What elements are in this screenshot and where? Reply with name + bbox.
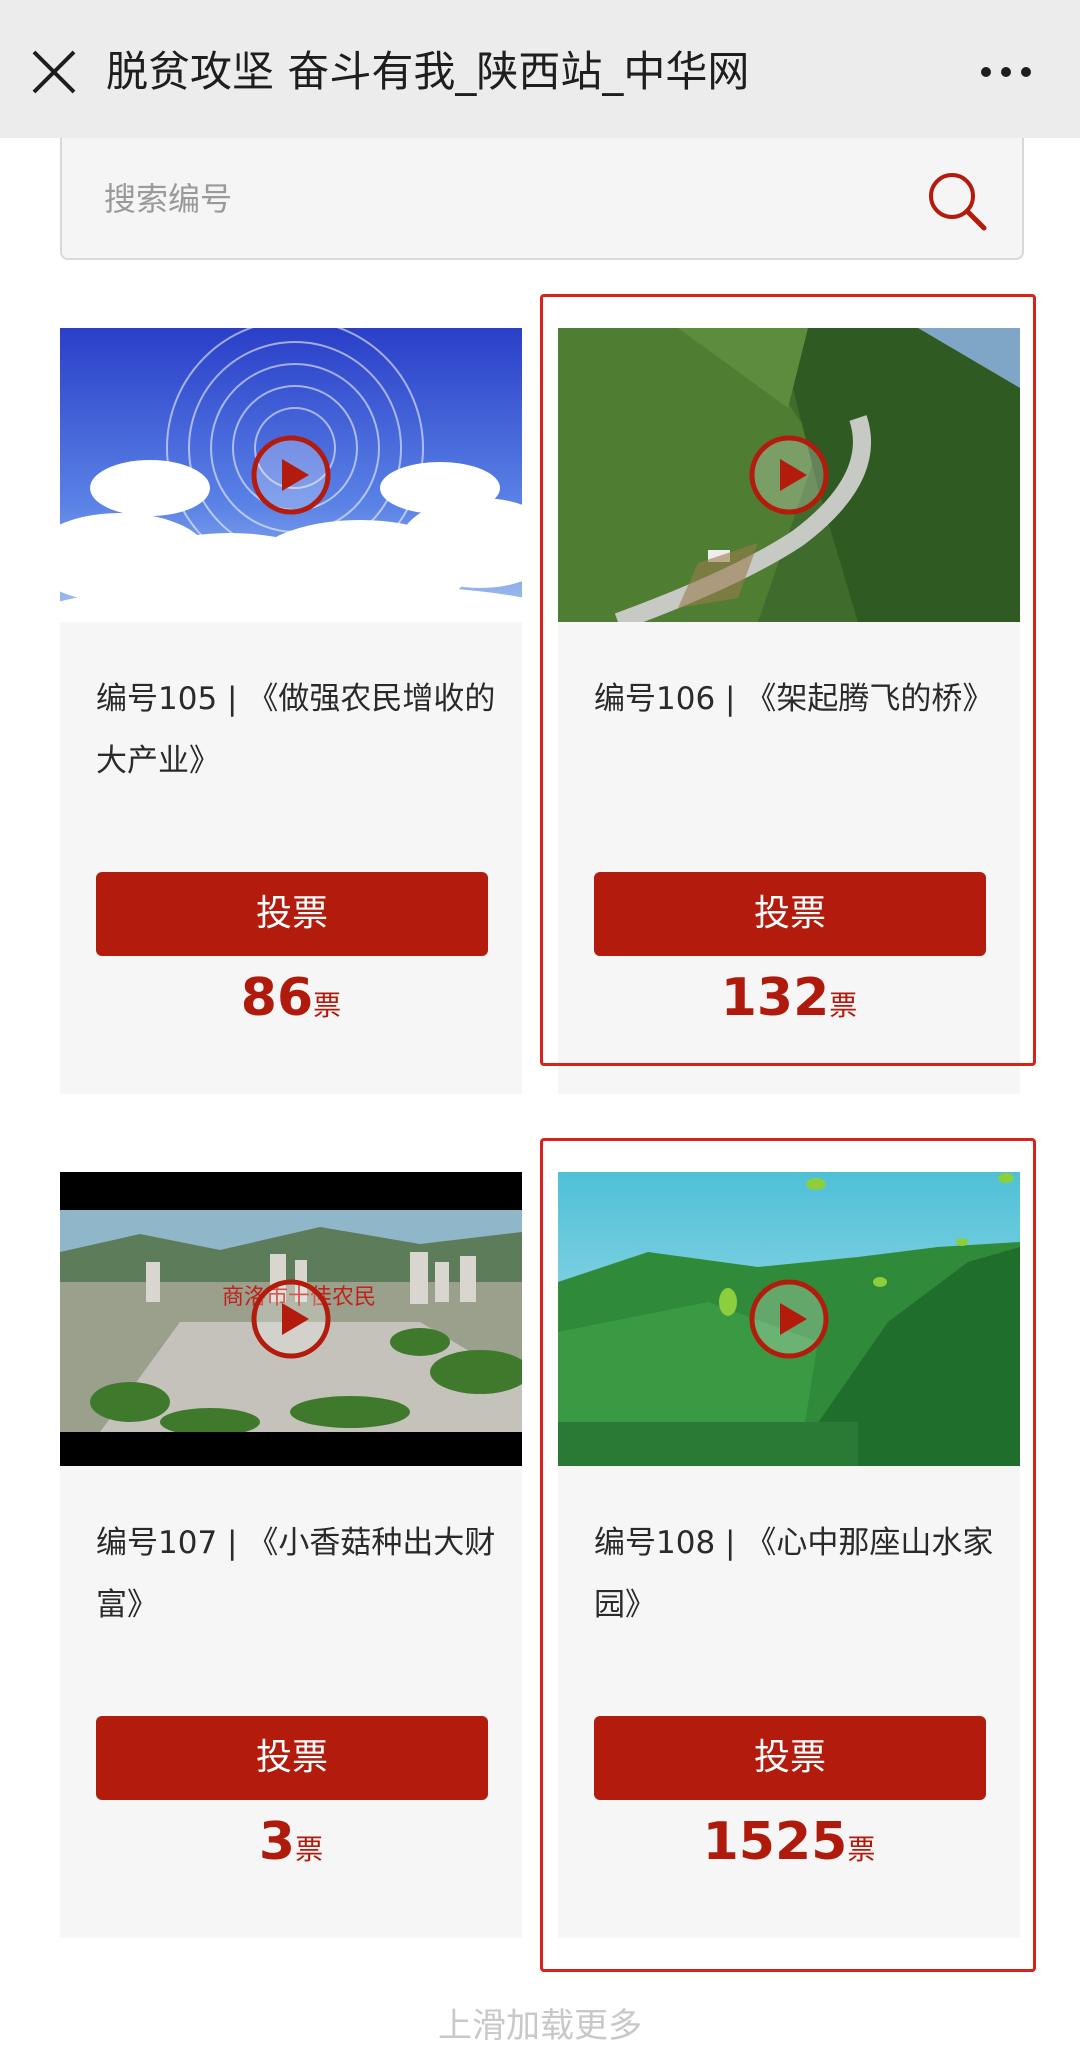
vote-count-number: 3	[258, 1812, 296, 1872]
entry-card-105: 编号105 | 《做强农民增收的大产业》 投票 86票	[60, 328, 522, 1094]
vote-button[interactable]: 投票	[96, 872, 488, 956]
play-icon[interactable]	[249, 1277, 333, 1361]
highlight-frame	[540, 1138, 1036, 1972]
highlight-frame	[540, 294, 1036, 1066]
search-icon[interactable]	[922, 166, 992, 236]
search-input[interactable]: 搜索编号	[104, 174, 232, 220]
play-icon[interactable]	[249, 433, 333, 517]
vote-count-unit: 票	[313, 989, 342, 1022]
sky-clouds-thumbnail[interactable]	[60, 328, 522, 622]
close-icon[interactable]	[26, 44, 82, 100]
vote-count-number: 86	[240, 968, 314, 1028]
entry-card-107: 商洛市十佳农民 编号107 | 《小香菇种出大财富》 投票 3票	[60, 1172, 522, 1938]
top-bar: 脱贫攻坚 奋斗有我_陕西站_中华网	[0, 0, 1080, 138]
entry-caption: 编号107 | 《小香菇种出大财富》	[96, 1525, 496, 1623]
vote-count-unit: 票	[295, 1833, 324, 1866]
town-aerial-thumbnail[interactable]: 商洛市十佳农民	[60, 1172, 522, 1466]
load-more-hint: 上滑加载更多	[438, 2006, 642, 2046]
vote-count: 86票	[60, 968, 522, 1028]
page-title: 脱贫攻坚 奋斗有我_陕西站_中华网	[106, 47, 750, 96]
vote-button[interactable]: 投票	[96, 1716, 488, 1800]
more-dots-icon[interactable]	[976, 52, 1036, 92]
vote-count: 3票	[60, 1812, 522, 1872]
search-bar[interactable]: 搜索编号	[60, 138, 1024, 260]
entry-caption: 编号105 | 《做强农民增收的大产业》	[96, 681, 496, 779]
